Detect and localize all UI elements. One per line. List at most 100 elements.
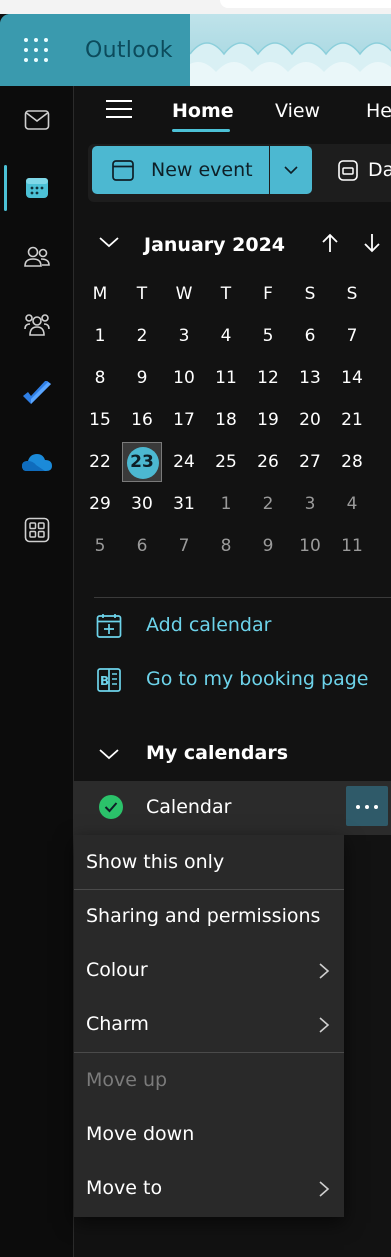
calendar-day[interactable]: 29 (80, 485, 120, 523)
calendar-day[interactable]: 3 (290, 485, 330, 523)
weekday-header: S (346, 284, 358, 304)
calendar-day[interactable]: 20 (290, 401, 330, 439)
onedrive-icon[interactable] (0, 437, 73, 487)
next-month-arrow-icon[interactable] (362, 232, 388, 258)
calendar-day-today[interactable]: 23 (122, 443, 162, 481)
calendar-context-menu: Show this only Sharing and permissions C… (74, 835, 344, 1217)
people-icon[interactable] (0, 232, 73, 282)
calendar-day[interactable]: 7 (164, 527, 204, 565)
calendar-day[interactable]: 15 (80, 401, 120, 439)
day-view-icon (338, 160, 358, 181)
hamburger-menu-icon[interactable] (106, 100, 132, 120)
calendar-day[interactable]: 2 (122, 317, 162, 355)
weekday-header: M (92, 284, 108, 304)
calendar-day[interactable]: 26 (248, 443, 288, 481)
my-calendars-header[interactable]: My calendars (74, 734, 391, 774)
calendar-day[interactable]: 11 (332, 527, 372, 565)
calendar-day[interactable]: 5 (248, 317, 288, 355)
calendar-day[interactable]: 21 (332, 401, 372, 439)
calendar-day[interactable]: 16 (122, 401, 162, 439)
calendar-day[interactable]: 5 (80, 527, 120, 565)
menu-item-move-down[interactable]: Move down (74, 1108, 344, 1162)
app-header: Outlook (0, 14, 391, 86)
menu-item-label: Move down (86, 1123, 195, 1145)
month-header: January 2024 (74, 230, 391, 262)
chevron-right-icon (319, 963, 330, 979)
menu-item-label: Show this only (86, 851, 225, 873)
calendar-day[interactable]: 14 (332, 359, 372, 397)
mail-icon[interactable] (0, 95, 73, 145)
todo-icon[interactable] (0, 369, 73, 419)
booking-page-label: Go to my booking page (146, 668, 369, 690)
weekday-header: T (220, 284, 232, 304)
menu-item-show-this-only[interactable]: Show this only (74, 836, 344, 890)
menu-item-sharing-permissions[interactable]: Sharing and permissions (74, 890, 344, 944)
calendar-day[interactable]: 6 (122, 527, 162, 565)
divider (94, 597, 391, 598)
calendar-day[interactable]: 11 (206, 359, 246, 397)
calendar-day[interactable]: 3 (164, 317, 204, 355)
calendar-day[interactable]: 12 (248, 359, 288, 397)
groups-icon[interactable] (0, 300, 73, 350)
booking-page-link[interactable]: B Go to my booking page (74, 658, 391, 702)
calendar-add-icon (112, 160, 134, 181)
chevron-down-icon (99, 749, 119, 760)
calendar-day[interactable]: 28 (332, 443, 372, 481)
toolbar: New event Da (88, 144, 391, 202)
app-title: Outlook (85, 38, 173, 63)
calendar-day[interactable]: 24 (164, 443, 204, 481)
calendar-day[interactable]: 30 (122, 485, 162, 523)
calendar-day[interactable]: 8 (80, 359, 120, 397)
add-calendar-label: Add calendar (146, 614, 272, 636)
calendar-day[interactable]: 27 (290, 443, 330, 481)
calendar-day[interactable]: 9 (122, 359, 162, 397)
chevron-right-icon (319, 1181, 330, 1197)
my-calendars-label: My calendars (146, 742, 289, 764)
day-view-button[interactable]: Da (334, 146, 391, 194)
ribbon-tabs: Home View He (74, 86, 391, 136)
calendar-day[interactable]: 25 (206, 443, 246, 481)
new-event-button[interactable]: New event (92, 146, 269, 194)
collapse-month-chevron-icon[interactable] (98, 234, 124, 260)
calendar-day[interactable]: 22 (80, 443, 120, 481)
menu-item-charm[interactable]: Charm (74, 998, 344, 1052)
calendar-day[interactable]: 13 (290, 359, 330, 397)
new-event-dropdown-button[interactable] (270, 146, 312, 194)
menu-item-label: Move up (86, 1069, 168, 1091)
calendar-day[interactable]: 8 (206, 527, 246, 565)
menu-separator (74, 1052, 344, 1053)
menu-item-move-to[interactable]: Move to (74, 1162, 344, 1216)
calendar-day[interactable]: 19 (248, 401, 288, 439)
previous-month-arrow-icon[interactable] (320, 232, 346, 258)
calendar-day[interactable]: 6 (290, 317, 330, 355)
calendar-day[interactable]: 2 (248, 485, 288, 523)
chevron-right-icon (319, 1017, 330, 1033)
calendar-checkmark-icon[interactable] (99, 795, 123, 819)
tab-home[interactable]: Home (172, 100, 234, 122)
apps-icon[interactable] (0, 505, 73, 555)
tab-help[interactable]: He (366, 100, 391, 122)
calendar-day[interactable]: 4 (206, 317, 246, 355)
calendar-day[interactable]: 4 (332, 485, 372, 523)
calendar-day[interactable]: 7 (332, 317, 372, 355)
calendar-day[interactable]: 1 (206, 485, 246, 523)
more-options-button[interactable] (346, 786, 388, 826)
calendar-day[interactable]: 31 (164, 485, 204, 523)
calendar-day[interactable]: 10 (290, 527, 330, 565)
app-rail (0, 86, 74, 1257)
menu-item-label: Move to (86, 1177, 163, 1199)
add-calendar-link[interactable]: Add calendar (74, 604, 391, 648)
calendar-day[interactable]: 10 (164, 359, 204, 397)
calendar-label: Calendar (146, 796, 232, 818)
calendar-day[interactable]: 17 (164, 401, 204, 439)
app-launcher-icon[interactable] (24, 38, 48, 62)
tab-view[interactable]: View (275, 100, 320, 122)
calendar-list-item[interactable]: Calendar (74, 781, 391, 835)
calendar-day[interactable]: 9 (248, 527, 288, 565)
calendar-day[interactable]: 1 (80, 317, 120, 355)
menu-item-colour[interactable]: Colour (74, 944, 344, 998)
month-title[interactable]: January 2024 (144, 234, 285, 256)
calendar-day[interactable]: 18 (206, 401, 246, 439)
calendar-icon[interactable] (0, 163, 73, 213)
weekday-header: F (263, 284, 273, 304)
